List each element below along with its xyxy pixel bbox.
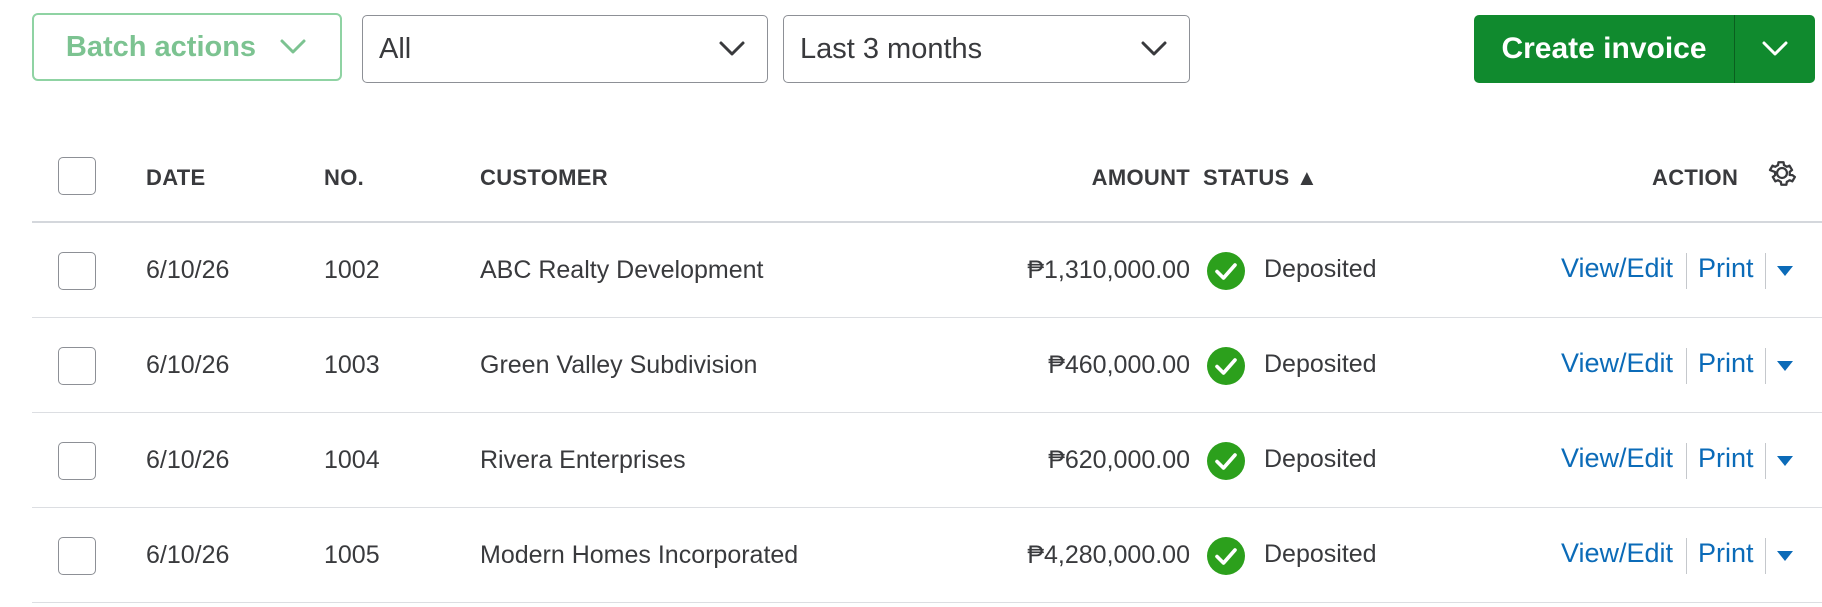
cell-amount: ₱4,280,000.00 xyxy=(1027,541,1190,569)
caret-down-icon[interactable] xyxy=(1772,259,1798,283)
action-divider xyxy=(1765,443,1766,479)
view-edit-link[interactable]: View/Edit xyxy=(1561,443,1673,474)
table-row: 6/10/26 1004 Rivera Enterprises ₱620,000… xyxy=(32,413,1822,508)
cell-customer: Rivera Enterprises xyxy=(480,446,686,474)
view-edit-link[interactable]: View/Edit xyxy=(1561,253,1673,284)
check-circle-icon xyxy=(1207,252,1245,290)
cell-amount: ₱1,310,000.00 xyxy=(1027,256,1190,284)
caret-down-icon[interactable] xyxy=(1772,354,1798,378)
create-invoice-button[interactable]: Create invoice xyxy=(1474,15,1734,83)
chevron-down-icon xyxy=(280,39,306,54)
cell-status: Deposited xyxy=(1264,540,1377,568)
table-header: DATE NO. CUSTOMER AMOUNT STATUS ▲ ACTION xyxy=(32,140,1822,223)
print-link[interactable]: Print xyxy=(1698,348,1754,379)
header-amount[interactable]: AMOUNT xyxy=(1052,165,1190,191)
cell-date: 6/10/26 xyxy=(146,256,230,284)
caret-down-icon[interactable] xyxy=(1772,544,1798,568)
header-action: ACTION xyxy=(1652,165,1739,190)
row-checkbox[interactable] xyxy=(58,442,96,480)
batch-actions-label: Batch actions xyxy=(65,30,257,63)
cell-date: 6/10/26 xyxy=(146,541,230,569)
table-row: 6/10/26 1005 Modern Homes Incorporated ₱… xyxy=(32,508,1822,603)
action-divider xyxy=(1686,443,1687,479)
cell-amount: ₱460,000.00 xyxy=(1048,351,1190,379)
chevron-down-icon xyxy=(1762,41,1788,56)
table-row: 6/10/26 1002 ABC Realty Development ₱1,3… xyxy=(32,223,1822,318)
batch-actions-button[interactable]: Batch actions xyxy=(32,13,342,81)
view-edit-link[interactable]: View/Edit xyxy=(1561,348,1673,379)
chevron-down-icon xyxy=(719,41,745,56)
cell-no: 1003 xyxy=(324,351,380,379)
row-checkbox[interactable] xyxy=(58,252,96,290)
cell-status: Deposited xyxy=(1264,255,1377,283)
cell-status: Deposited xyxy=(1264,445,1377,473)
date-filter-value: Last 3 months xyxy=(800,32,983,65)
gear-icon[interactable] xyxy=(1765,156,1799,190)
action-divider xyxy=(1765,538,1766,574)
invoice-table: DATE NO. CUSTOMER AMOUNT STATUS ▲ ACTION… xyxy=(32,140,1822,603)
cell-date: 6/10/26 xyxy=(146,351,230,379)
caret-down-icon[interactable] xyxy=(1772,449,1798,473)
toolbar: Batch actions All Last 3 months Create i… xyxy=(0,0,1822,100)
cell-no: 1005 xyxy=(324,541,380,569)
create-invoice-menu-button[interactable] xyxy=(1735,15,1815,83)
check-circle-icon xyxy=(1207,442,1245,480)
view-edit-link[interactable]: View/Edit xyxy=(1561,538,1673,569)
header-date[interactable]: DATE xyxy=(146,165,205,191)
check-circle-icon xyxy=(1207,347,1245,385)
cell-no: 1002 xyxy=(324,256,380,284)
type-filter-select[interactable]: All xyxy=(362,15,768,83)
header-status[interactable]: STATUS ▲ xyxy=(1203,165,1318,191)
cell-amount: ₱620,000.00 xyxy=(1048,446,1190,474)
print-link[interactable]: Print xyxy=(1698,443,1754,474)
header-no[interactable]: NO. xyxy=(324,165,364,191)
date-filter-select[interactable]: Last 3 months xyxy=(783,15,1190,83)
print-link[interactable]: Print xyxy=(1698,538,1754,569)
table-row: 6/10/26 1003 Green Valley Subdivision ₱4… xyxy=(32,318,1822,413)
select-all-checkbox[interactable] xyxy=(58,157,96,195)
cell-date: 6/10/26 xyxy=(146,446,230,474)
print-link[interactable]: Print xyxy=(1698,253,1754,284)
action-divider xyxy=(1686,538,1687,574)
cell-no: 1004 xyxy=(324,446,380,474)
header-customer[interactable]: CUSTOMER xyxy=(480,165,608,191)
row-checkbox[interactable] xyxy=(58,347,96,385)
row-checkbox[interactable] xyxy=(58,537,96,575)
create-invoice-split-button: Create invoice xyxy=(1474,15,1815,83)
cell-customer: ABC Realty Development xyxy=(480,256,764,284)
action-divider xyxy=(1686,348,1687,384)
action-divider xyxy=(1765,253,1766,289)
cell-status: Deposited xyxy=(1264,350,1377,378)
chevron-down-icon xyxy=(1141,41,1167,56)
action-divider xyxy=(1686,253,1687,289)
action-divider xyxy=(1765,348,1766,384)
type-filter-value: All xyxy=(379,32,412,65)
cell-customer: Modern Homes Incorporated xyxy=(480,541,799,569)
cell-customer: Green Valley Subdivision xyxy=(480,351,758,379)
check-circle-icon xyxy=(1207,537,1245,575)
